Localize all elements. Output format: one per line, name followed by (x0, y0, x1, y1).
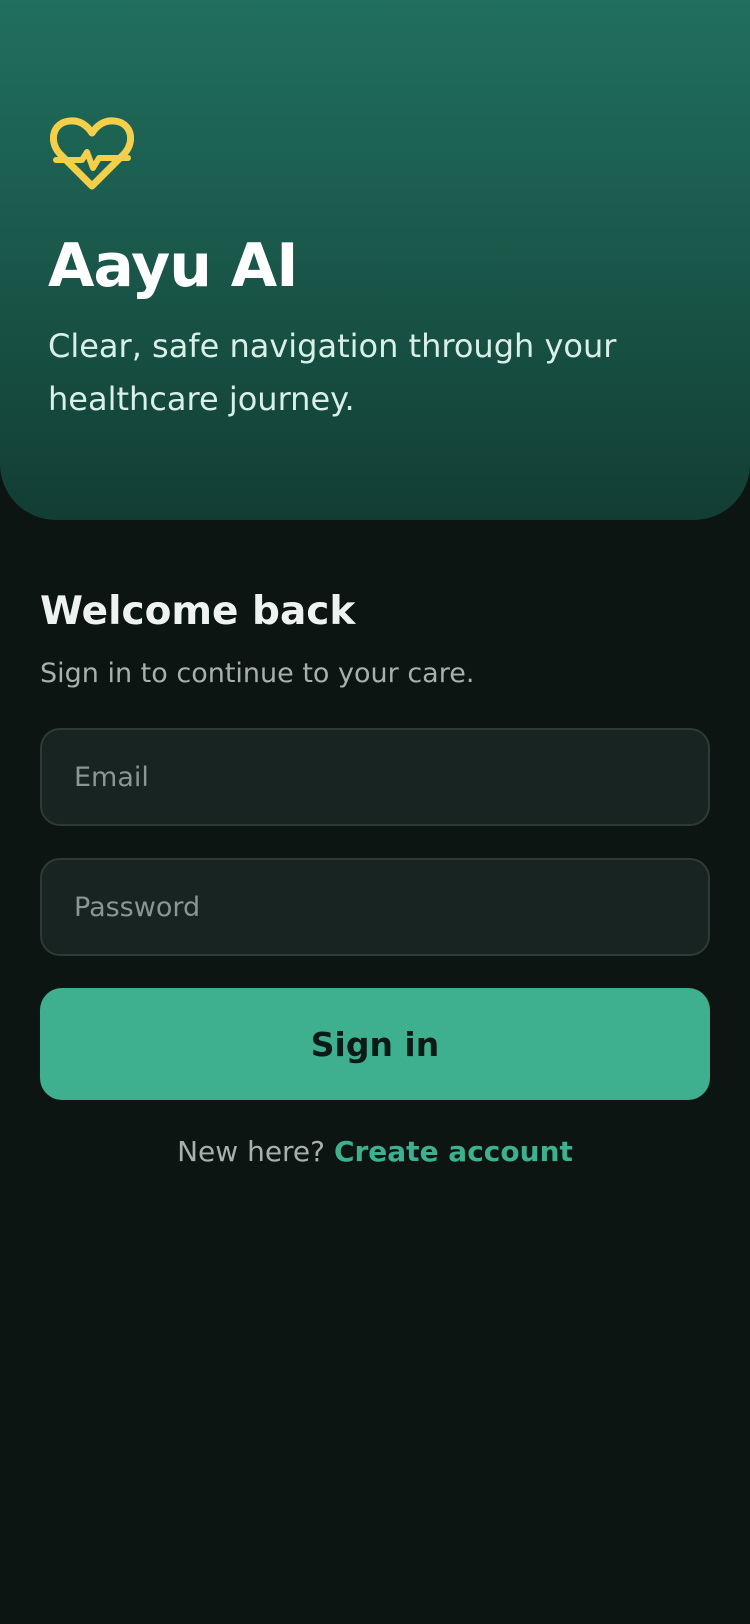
sign-in-button[interactable]: Sign in (40, 988, 710, 1100)
heart-pulse-icon (50, 117, 134, 190)
password-input[interactable] (42, 860, 708, 954)
login-screen: Aayu AI Clear, safe navigation through y… (0, 0, 750, 1624)
signup-prompt-row: New here? Create account (0, 1132, 750, 1172)
email-input[interactable] (42, 730, 708, 824)
signup-prompt-text: New here? (177, 1135, 326, 1168)
app-title: Aayu AI (48, 231, 299, 301)
app-tagline: Clear, safe navigation through your heal… (48, 327, 617, 418)
password-field[interactable] (40, 858, 710, 956)
welcome-heading: Welcome back (40, 589, 356, 634)
email-field[interactable] (40, 728, 710, 826)
signin-subtitle: Sign in to continue to your care. (40, 658, 475, 689)
brand-header: Aayu AI Clear, safe navigation through y… (0, 0, 750, 520)
create-account-link[interactable]: Create account (334, 1135, 573, 1168)
